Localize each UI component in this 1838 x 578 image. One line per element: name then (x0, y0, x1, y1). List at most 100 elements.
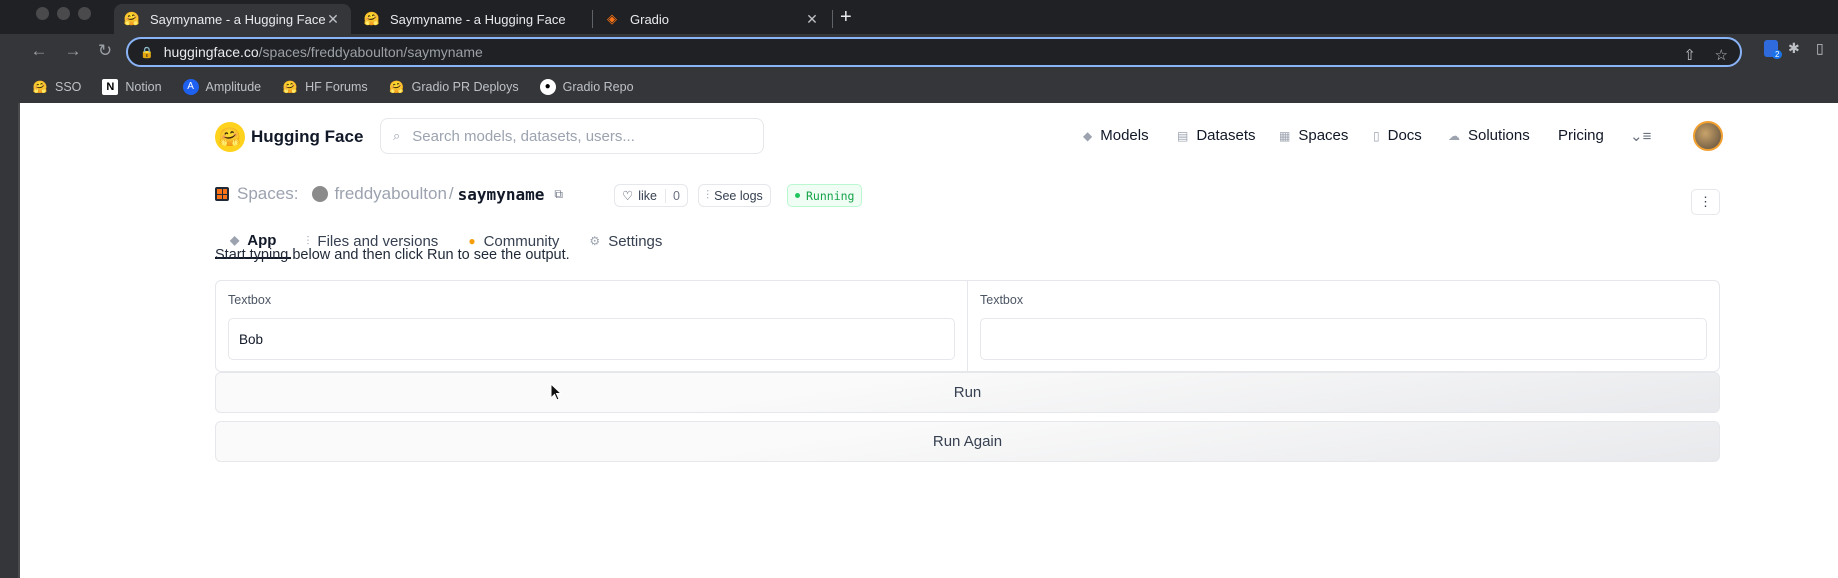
more-menu-icon[interactable]: ⌄≡ (1630, 127, 1651, 145)
nav-pricing[interactable]: Pricing (1558, 127, 1604, 144)
lock-icon: 🔒 (140, 46, 154, 59)
nav-spaces[interactable]: ▦ Spaces (1279, 127, 1348, 144)
space-name-link[interactable]: saymyname (458, 185, 545, 204)
bookmarks-bar: 🤗 SSO N Notion A Amplitude 🤗 HF Forums 🤗 Grad… (0, 70, 1838, 103)
search-icon: ⌕ (393, 128, 401, 143)
more-options-button[interactable]: ⋮ (1691, 189, 1720, 215)
window-edge (0, 103, 20, 578)
docs-icon: ▯ (1373, 128, 1380, 143)
heart-icon: ♡ (622, 189, 634, 203)
space-owner-link[interactable]: freddyaboulton (334, 184, 446, 204)
brand-name: Hugging Face (251, 127, 364, 146)
output-textbox-block: Textbox (967, 281, 1719, 371)
tab-settings[interactable]: ⚙ Settings (574, 223, 677, 259)
like-count: 0 (664, 188, 680, 203)
browser-tab-title: Gradio (630, 11, 670, 27)
kebab-icon: ⋮ (1699, 194, 1712, 209)
search-input[interactable]: ⌕ Search models, datasets, users... (380, 118, 764, 154)
spaces-icon (215, 187, 229, 201)
url-path: /spaces/freddyaboulton/saymyname (258, 44, 483, 60)
bookmark-label: HF Forums (305, 79, 368, 94)
hugging-face-logo-icon: 🤗 (215, 122, 245, 152)
nav-label: Solutions (1468, 127, 1530, 144)
search-placeholder: Search models, datasets, users... (412, 127, 635, 145)
hf-space-page: 🤗 Hugging Face ⌕ Search models, datasets… (20, 103, 1838, 578)
bookmark-label: Amplitude (205, 79, 262, 94)
run-button[interactable]: Run (215, 372, 1720, 413)
browser-tab-1[interactable]: 🤗 Saymyname - a Hugging Face ✕ (114, 4, 351, 34)
input-textbox[interactable]: Bob (228, 318, 955, 360)
address-bar[interactable]: 🔒 huggingface.co/spaces/freddyaboulton/s… (126, 37, 1742, 67)
status-text: Running (806, 188, 855, 203)
space-breadcrumb: Spaces: freddyaboulton / saymyname ⧉ (215, 184, 563, 204)
output-textbox[interactable] (980, 318, 1707, 360)
nav-models[interactable]: ◆ Models (1083, 127, 1149, 144)
browser-toolbar: ← → ↻ 🔒 huggingface.co/spaces/freddyabou… (0, 34, 1838, 70)
bookmark-gradio-repo[interactable]: ● Gradio Repo (539, 78, 634, 95)
community-icon: ● (468, 234, 476, 248)
new-tab-plus-icon[interactable]: + (840, 6, 852, 28)
close-icon[interactable]: ✕ (804, 11, 820, 28)
solutions-icon: ☁ (1448, 128, 1460, 143)
notion-logo-icon: N (102, 78, 119, 95)
hugging-face-favicon-icon: 🤗 (363, 11, 381, 26)
window-maximize-button[interactable] (78, 7, 91, 20)
hugging-face-emoji-icon: 🤗 (282, 79, 298, 94)
like-label: like (638, 188, 657, 203)
bookmark-hf-forums[interactable]: 🤗 HF Forums (282, 79, 368, 95)
nav-datasets[interactable]: ▤ Datasets (1177, 127, 1256, 144)
nav-docs[interactable]: ▯ Docs (1373, 127, 1422, 144)
nav-label: Pricing (1558, 127, 1604, 144)
owner-avatar (312, 186, 329, 202)
hf-logo-link[interactable]: 🤗 Hugging Face (215, 122, 363, 152)
bookmark-star-icon[interactable]: ☆ (1715, 46, 1728, 64)
logs-icon: ⫶ (706, 188, 710, 202)
browser-tab-3[interactable]: ◈ Gradio ✕ (594, 4, 830, 34)
user-avatar[interactable] (1693, 121, 1723, 151)
bookmark-notion[interactable]: N Notion (102, 78, 162, 95)
hugging-face-favicon-icon: 🤗 (123, 11, 141, 26)
url-host: huggingface.co (163, 44, 259, 60)
nav-label: Datasets (1196, 127, 1256, 144)
url-text: huggingface.co/spaces/freddyaboulton/say… (164, 44, 483, 60)
back-arrow-icon[interactable]: ← (28, 41, 50, 61)
status-dot (795, 193, 800, 198)
tab-label: Settings (608, 232, 663, 250)
nav-solutions[interactable]: ☁ Solutions (1448, 127, 1530, 144)
close-icon[interactable]: ✕ (325, 11, 341, 28)
window-minimize-button[interactable] (57, 7, 70, 20)
gradio-favicon-icon: ◈ (607, 11, 617, 26)
tab-divider (592, 10, 593, 28)
bitwarden-extension-icon[interactable]: 2 (1764, 40, 1783, 59)
tab-strip: 🤗 Saymyname - a Hugging Face ✕ 🤗 Saymyna… (0, 0, 1838, 34)
extensions-puzzle-icon[interactable]: ✱ (1788, 40, 1800, 57)
nav-label: Docs (1387, 127, 1422, 144)
spaces-icon: ▦ (1279, 128, 1291, 143)
io-panel: Textbox Bob Textbox (215, 280, 1720, 372)
forward-arrow-icon[interactable]: → (62, 41, 84, 61)
browser-tab-2[interactable]: 🤗 Saymyname - a Hugging Face (354, 4, 591, 34)
datasets-icon: ▤ (1177, 128, 1189, 143)
status-badge: Running (787, 184, 863, 207)
browser-tab-title: Saymyname - a Hugging Face (390, 11, 566, 27)
reload-icon[interactable]: ↻ (94, 41, 116, 61)
bookmark-gradio-pr-deploys[interactable]: 🤗 Gradio PR Deploys (389, 79, 518, 95)
output-textbox-label: Textbox (980, 293, 1024, 307)
bookmark-sso[interactable]: 🤗 SSO (32, 79, 82, 95)
gear-icon: ⚙ (589, 234, 601, 248)
nav-label: Models (1100, 127, 1149, 144)
bookmark-amplitude[interactable]: A Amplitude (182, 78, 262, 95)
bookmark-label: Gradio Repo (562, 79, 634, 94)
app-icon: ◆ (230, 233, 240, 247)
tab-divider (832, 10, 833, 28)
models-icon: ◆ (1083, 128, 1093, 143)
like-button[interactable]: ♡ like 0 (614, 184, 688, 207)
see-logs-button[interactable]: ⫶ See logs (698, 184, 771, 207)
browser-chrome: 🤗 Saymyname - a Hugging Face ✕ 🤗 Saymyna… (0, 0, 1838, 103)
side-panel-icon[interactable]: ▯ (1816, 40, 1824, 57)
spaces-label[interactable]: Spaces: (237, 184, 298, 204)
share-icon[interactable]: ⇧ (1683, 46, 1696, 64)
run-again-button[interactable]: Run Again (215, 421, 1720, 462)
window-close-button[interactable] (36, 7, 49, 20)
copy-icon[interactable]: ⧉ (554, 187, 563, 202)
